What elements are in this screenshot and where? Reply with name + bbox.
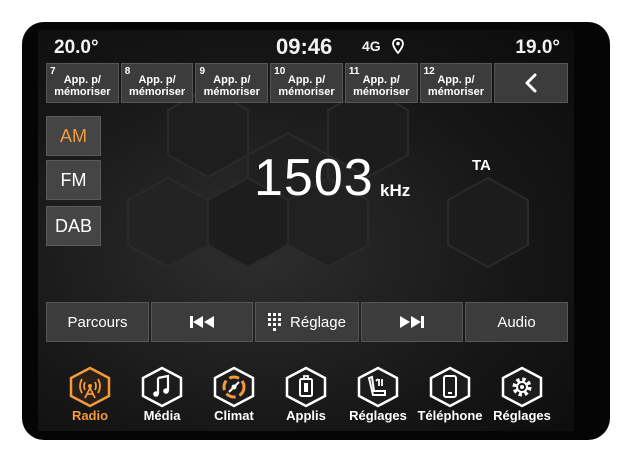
nav-apps[interactable]: Applis [266,364,346,426]
band-fm-button[interactable]: FM [46,160,101,200]
status-bar: 20.0° 09:46 4G 19.0° [38,30,574,62]
nav-seat-settings[interactable]: Réglages [338,364,418,426]
bottom-navigation: Radio Média Climat Applis Réglages Télép… [56,364,566,426]
nav-seat-settings-label: Réglages [349,408,407,423]
keypad-icon [268,313,282,331]
nav-apps-label: Applis [286,408,326,423]
seat-icon [357,366,399,408]
location-pin-icon [392,38,404,54]
passenger-temperature[interactable]: 19.0° [515,37,560,59]
preset-label: App. p/ mémoriser [203,74,260,98]
climate-fan-icon [213,366,255,408]
preset-button-7[interactable]: 7 App. p/ mémoriser [46,63,119,103]
phone-icon [429,366,471,408]
infotainment-screen: 20.0° 09:46 4G 19.0° 7 App. p/ mémoriser… [38,30,574,431]
traffic-announcement-indicator: TA [472,157,491,174]
preset-button-11[interactable]: 11 App. p/ mémoriser [344,63,418,103]
nav-radio[interactable]: Radio [50,364,130,426]
band-dab-button[interactable]: DAB [46,206,101,246]
nav-media[interactable]: Média [122,364,202,426]
driver-temperature[interactable]: 20.0° [54,37,99,59]
skip-back-icon [190,316,214,328]
preset-label: App. p/ mémoriser [427,74,485,98]
nav-climate[interactable]: Climat [194,364,274,426]
presets-back-button[interactable] [494,63,569,103]
seek-back-button[interactable] [151,302,253,342]
nav-settings[interactable]: Réglages [482,364,562,426]
preset-label: App. p/ mémoriser [278,74,335,98]
preset-button-10[interactable]: 10 App. p/ mémoriser [270,63,343,103]
band-am-button[interactable]: AM [46,116,101,156]
chevron-left-icon [525,73,537,93]
clock: 09:46 [276,34,333,59]
nav-climate-label: Climat [214,408,254,423]
network-indicator: 4G [362,38,381,54]
audio-button[interactable]: Audio [465,302,568,342]
tune-button[interactable]: Réglage [255,302,359,342]
nav-phone[interactable]: Téléphone [410,364,490,426]
frequency-unit: kHz [380,181,411,200]
preset-label: App. p/ mémoriser [128,74,186,98]
nav-settings-label: Réglages [493,408,551,423]
parcours-label: Parcours [67,313,128,331]
preset-button-9[interactable]: 9 App. p/ mémoriser [195,63,269,103]
nav-phone-label: Téléphone [417,408,483,423]
tune-label: Réglage [290,313,346,331]
nav-media-label: Média [143,408,181,423]
nav-radio-label: Radio [71,408,109,423]
audio-label: Audio [497,313,536,331]
music-note-icon [141,366,183,408]
radio-tower-icon [69,366,111,408]
gear-icon [501,366,543,408]
preset-button-8[interactable]: 8 App. p/ mémoriser [120,63,194,103]
preset-button-12[interactable]: 12 App. p/ mémoriser [419,63,493,103]
frequency-display: 1503 [254,149,374,207]
seek-forward-button[interactable] [361,302,463,342]
apps-icon [285,366,327,408]
preset-label: App. p/ mémoriser [353,74,410,98]
parcours-button[interactable]: Parcours [46,302,149,342]
preset-label: App. p/ mémoriser [54,74,111,98]
preset-bar: 7 App. p/ mémoriser 8 App. p/ mémoriser … [46,63,569,103]
skip-forward-icon [400,316,424,328]
control-bar: Parcours Réglage Audio [46,302,568,342]
